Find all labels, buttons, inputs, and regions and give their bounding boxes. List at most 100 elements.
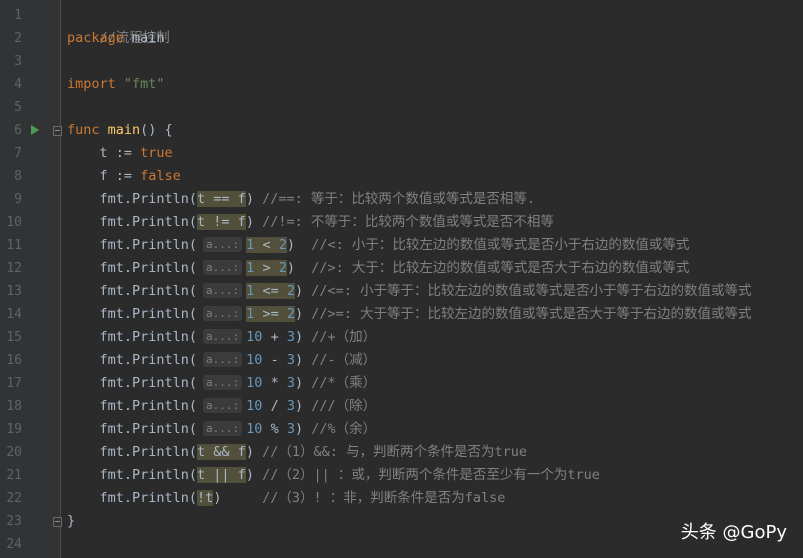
code-line-22[interactable]: fmt.Println(!t) //（3）! ：非，判断条件是否为false xyxy=(67,487,505,510)
code-text: ) xyxy=(294,283,312,299)
code-line-19[interactable]: fmt.Println(a...: 10 % 3) //%（余） xyxy=(67,418,376,441)
line-number: 19 xyxy=(6,422,22,437)
comment: //（3）! ：非，判断条件是否为false xyxy=(262,490,506,506)
code-line-15[interactable]: fmt.Println(a...: 10 + 3) //+（加） xyxy=(67,326,376,349)
number-literal: 3 xyxy=(286,421,295,437)
keyword: package xyxy=(67,30,124,46)
number-literal: 10 xyxy=(246,329,263,345)
highlighted-expression: t == f xyxy=(197,191,246,207)
line-number: 16 xyxy=(6,353,22,368)
code-text: fmt.Println( xyxy=(67,444,198,460)
highlighted-expression: t && f xyxy=(197,444,246,460)
code-text: fmt.Println( xyxy=(67,398,198,414)
code-text: ) xyxy=(294,398,312,414)
code-line-12[interactable]: fmt.Println(a...: 1 > 2) //>: 大于：比较左边的数值或… xyxy=(67,257,689,280)
line-number: 12 xyxy=(6,261,22,276)
comment: //>: 大于：比较左边的数值或等式是否大于右边的数值或等式 xyxy=(311,260,690,276)
number-literal: 2 xyxy=(278,260,287,276)
code-text: ) xyxy=(294,306,312,322)
code-line-13[interactable]: fmt.Println(a...: 1 <= 2) //<=: 小于等于：比较左边… xyxy=(67,280,752,303)
number-literal: 2 xyxy=(278,237,287,253)
line-number: 9 xyxy=(14,192,22,207)
code-line-20[interactable]: fmt.Println(t && f) //（1）&&: 与，判断两个条件是否为… xyxy=(67,441,527,464)
parameter-hint: a...: xyxy=(203,352,243,367)
number-literal: 10 xyxy=(246,398,263,414)
code-text: ) xyxy=(213,490,263,506)
line-number: 13 xyxy=(6,284,22,299)
line-number: 8 xyxy=(14,169,22,184)
code-line-23[interactable]: } xyxy=(67,510,75,533)
highlighted-expression: t != f xyxy=(197,214,246,230)
function-name: main xyxy=(107,122,141,138)
code-line-8[interactable]: f := false xyxy=(67,165,181,188)
identifier: main xyxy=(123,30,165,46)
comment: //==: 等于：比较两个数值或等式是否相等. xyxy=(262,191,535,207)
parameter-hint: a...: xyxy=(203,375,243,390)
line-number: 6 xyxy=(14,123,22,138)
code-line-9[interactable]: fmt.Println(t == f) //==: 等于：比较两个数值或等式是否… xyxy=(67,188,535,211)
code-line-17[interactable]: fmt.Println(a...: 10 * 3) //*（乘） xyxy=(67,372,376,395)
line-number: 23 xyxy=(6,514,22,529)
operator: + xyxy=(262,329,287,345)
comment: //*（乘） xyxy=(311,375,377,391)
code-text: fmt.Println( xyxy=(67,421,198,437)
keyword: func xyxy=(67,122,100,138)
code-text: ) xyxy=(294,329,312,345)
code-line-18[interactable]: fmt.Println(a...: 10 / 3) ///（除） xyxy=(67,395,376,418)
code-text: fmt.Println( xyxy=(67,375,198,391)
code-line-2[interactable]: package main xyxy=(67,27,165,50)
fold-icon[interactable] xyxy=(53,517,62,527)
number-literal: 10 xyxy=(246,352,263,368)
number-literal: 3 xyxy=(286,352,295,368)
line-number: 17 xyxy=(6,376,22,391)
line-number: 21 xyxy=(6,468,22,483)
keyword: false xyxy=(140,168,181,184)
line-number: 11 xyxy=(6,238,22,253)
number-literal: 10 xyxy=(246,421,263,437)
code-line-6[interactable]: func main() { xyxy=(67,119,173,142)
operator: % xyxy=(262,421,287,437)
comment: //!=: 不等于：比较两个数值或等式是否不相等 xyxy=(262,214,554,230)
code-line-11[interactable]: fmt.Println(a...: 1 < 2) //<: 小于：比较左边的数值或… xyxy=(67,234,689,257)
code-line-14[interactable]: fmt.Println(a...: 1 >= 2) //>=: 大于等于：比较左边… xyxy=(67,303,752,326)
code-line-10[interactable]: fmt.Println(t != f) //!=: 不等于：比较两个数值或等式是… xyxy=(67,211,554,234)
punctuation: } xyxy=(67,513,76,529)
highlighted-expression: !t xyxy=(197,490,214,506)
code-line-4[interactable]: import "fmt" xyxy=(67,73,165,96)
comment: //>=: 大于等于：比较左边的数值或等式是否大于等于右边的数值或等式 xyxy=(311,306,752,322)
code-text: ) xyxy=(245,214,263,230)
comment: //<=: 小于等于：比较左边的数值或等式是否小于等于右边的数值或等式 xyxy=(311,283,752,299)
code-text: fmt.Println( xyxy=(67,329,198,345)
operator: > xyxy=(254,260,279,276)
code-line-7[interactable]: t := true xyxy=(67,142,173,165)
operator: * xyxy=(262,375,287,391)
operator: / xyxy=(262,398,287,414)
code-line-16[interactable]: fmt.Println(a...: 10 - 3) //-（减） xyxy=(67,349,376,372)
code-text: fmt.Println( xyxy=(67,214,198,230)
parameter-hint: a...: xyxy=(203,398,243,413)
operator: - xyxy=(262,352,287,368)
code-line-1[interactable]: //流程控制 xyxy=(67,4,170,46)
number-literal: 3 xyxy=(286,329,295,345)
number-literal: 3 xyxy=(286,398,295,414)
code-text: ) xyxy=(294,375,312,391)
comment: //（2）|| ：或，判断两个条件是否至少有一个为true xyxy=(262,467,600,483)
code-text: ) xyxy=(245,444,263,460)
line-number: 14 xyxy=(6,307,22,322)
code-text: fmt.Println( xyxy=(67,237,198,253)
line-number: 4 xyxy=(14,77,22,92)
parameter-hint: a...: xyxy=(203,260,243,275)
parameter-hint: a...: xyxy=(203,421,243,436)
line-number: 15 xyxy=(6,330,22,345)
code-text: fmt.Println( xyxy=(67,306,198,322)
parameter-hint: a...: xyxy=(203,306,243,321)
code-editor[interactable]: 1 2 3 4 5 6 7 8 9 10 11 12 13 14 15 16 1… xyxy=(0,0,803,558)
code-text: ) xyxy=(286,237,312,253)
code-line-21[interactable]: fmt.Println(t || f) //（2）|| ：或，判断两个条件是否至… xyxy=(67,464,600,487)
code-text: fmt.Println( xyxy=(67,260,198,276)
string-literal: "fmt" xyxy=(123,76,165,92)
run-icon[interactable] xyxy=(31,125,39,135)
fold-icon[interactable] xyxy=(53,126,62,136)
code-text: ) xyxy=(294,421,312,437)
